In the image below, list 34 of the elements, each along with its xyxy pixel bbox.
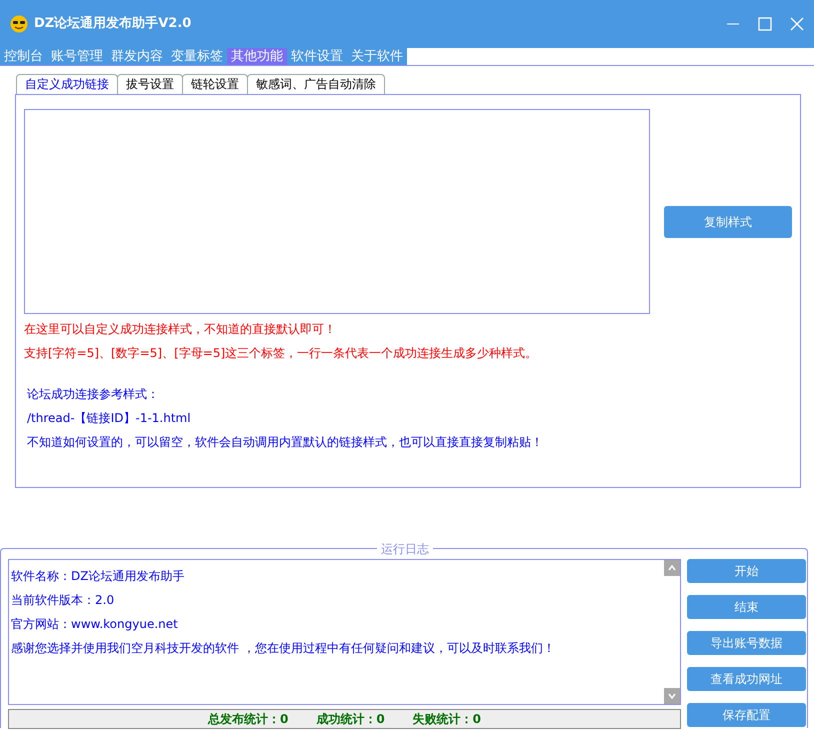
smiley-icon (10, 15, 28, 33)
tab[interactable]: 敏感词、广告自动清除 (247, 74, 385, 94)
stat-text: 失败统计：0 (412, 711, 482, 728)
close-icon[interactable] (790, 17, 804, 31)
copy-style-button[interactable]: 复制样式 (664, 206, 792, 238)
note-text: 支持[字符=5]、[数字=5]、[字母=5]这三个标签，一行一条代表一个成功连接生成多少种样式。 (24, 345, 538, 362)
menu-tab[interactable]: 控制台 (0, 48, 47, 65)
menu-tab[interactable]: 变量标签 (167, 48, 227, 65)
log-line: 当前软件版本：2.0 (11, 592, 114, 609)
menu-tab[interactable]: 关于软件 (347, 48, 407, 65)
log-title: 运行日志 (377, 540, 433, 558)
maximize-icon[interactable] (758, 17, 772, 31)
menu-tab[interactable]: 群发内容 (107, 48, 167, 65)
window-title: DZ论坛通用发布助手V2.0 (34, 14, 192, 34)
log-line: 官方网站：www.kongyue.net (11, 616, 178, 633)
menu-tab[interactable]: 软件设置 (287, 48, 347, 65)
stat-text: 总发布统计：0 (208, 711, 288, 728)
action-button[interactable]: 导出账号数据 (687, 631, 806, 655)
action-button[interactable]: 查看成功网址 (687, 667, 806, 691)
action-button[interactable]: 开始 (687, 559, 806, 583)
scroll-up-icon[interactable] (664, 560, 680, 576)
action-button[interactable]: 结束 (687, 595, 806, 619)
note-text: 不知道如何设置的，可以留空，软件会自动调用内置默认的链接样式，也可以直接直接复制粘贴！ (26, 434, 544, 451)
log-line: 感谢您选择并使用我们空月科技开发的软件 ，您在使用过程中有任何疑问和建议，可以及时联系我们！ (11, 640, 555, 657)
note-text: 在这里可以自定义成功连接样式，不知道的直接默认即可！ (24, 321, 337, 338)
scroll-down-icon[interactable] (664, 688, 680, 704)
action-button[interactable]: 保存配置 (687, 703, 806, 727)
tab[interactable]: 自定义成功链接 (16, 74, 118, 94)
log-line: 软件名称：DZ论坛通用发布助手 (11, 568, 184, 585)
note-text: /thread-【链接ID】-1-1.html (26, 410, 192, 427)
menu-tab[interactable]: 账号管理 (47, 48, 107, 65)
stat-text: 成功统计：0 (316, 711, 385, 728)
note-text: 论坛成功连接参考样式： (26, 386, 160, 403)
menu-tab[interactable]: 其他功能 (227, 48, 287, 65)
